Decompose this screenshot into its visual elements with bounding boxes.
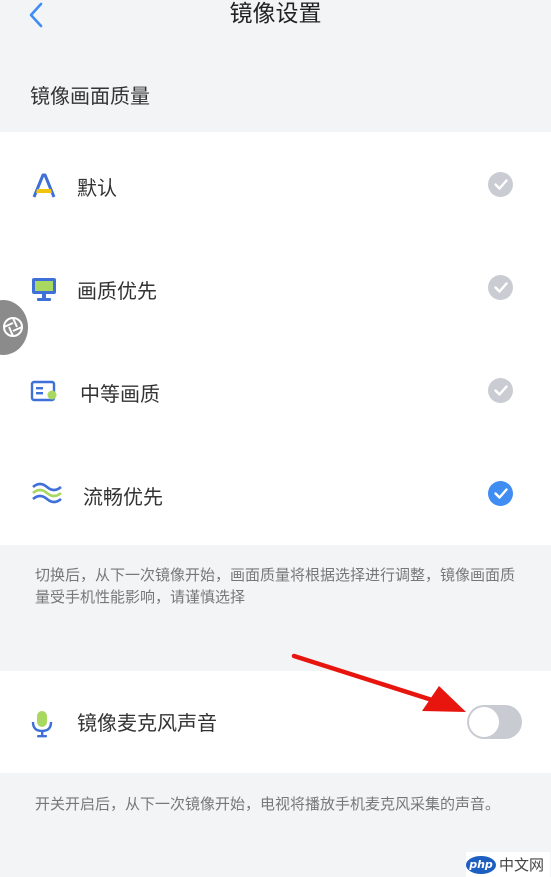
quality-option-medium[interactable]: 中等画质: [0, 338, 551, 441]
quality-options-list: 默认 画质优先 中等画质 流畅优先: [0, 132, 551, 545]
quality-option-label: 默认: [77, 176, 117, 200]
check-selected-icon: [488, 481, 513, 506]
annotation-arrow: [291, 653, 466, 712]
monitor-icon: [32, 278, 56, 301]
page-title: 镜像设置: [229, 1, 322, 27]
quality-note: 切换后，从下一次镜像开始，画面质量将根据选择进行调整，镜像画面质量受手机性能影响…: [35, 566, 516, 606]
site-watermark: php 中文网: [466, 852, 550, 877]
quality-option-label: 画质优先: [77, 279, 157, 303]
aperture-icon: [3, 317, 23, 337]
quality-option-quality-first[interactable]: 画质优先: [0, 235, 551, 338]
quality-option-default[interactable]: 默认: [0, 132, 551, 235]
quality-option-smooth-first[interactable]: 流畅优先: [0, 441, 551, 544]
card-icon: [30, 380, 57, 402]
waves-icon: [32, 482, 62, 504]
quality-option-label: 中等画质: [80, 382, 160, 406]
watermark-text: 中文网: [499, 856, 545, 874]
check-icon: [488, 378, 513, 403]
quality-section-header: 镜像画面质量: [0, 42, 551, 132]
mic-sound-label: 镜像麦克风声音: [77, 711, 217, 735]
quality-option-label: 流畅优先: [83, 485, 163, 509]
microphone-icon: [31, 711, 53, 738]
check-icon: [488, 172, 513, 197]
mic-note: 开关开启后，从下一次镜像开始，电视将播放手机麦克风采集的声音。: [35, 795, 501, 813]
header-bar: 镜像设置: [0, 0, 551, 42]
letter-a-icon: [32, 173, 56, 198]
mic-sound-toggle[interactable]: [467, 705, 522, 739]
section-title: 镜像画面质量: [30, 84, 150, 108]
check-icon: [488, 275, 513, 300]
watermark-badge: php: [466, 855, 496, 874]
